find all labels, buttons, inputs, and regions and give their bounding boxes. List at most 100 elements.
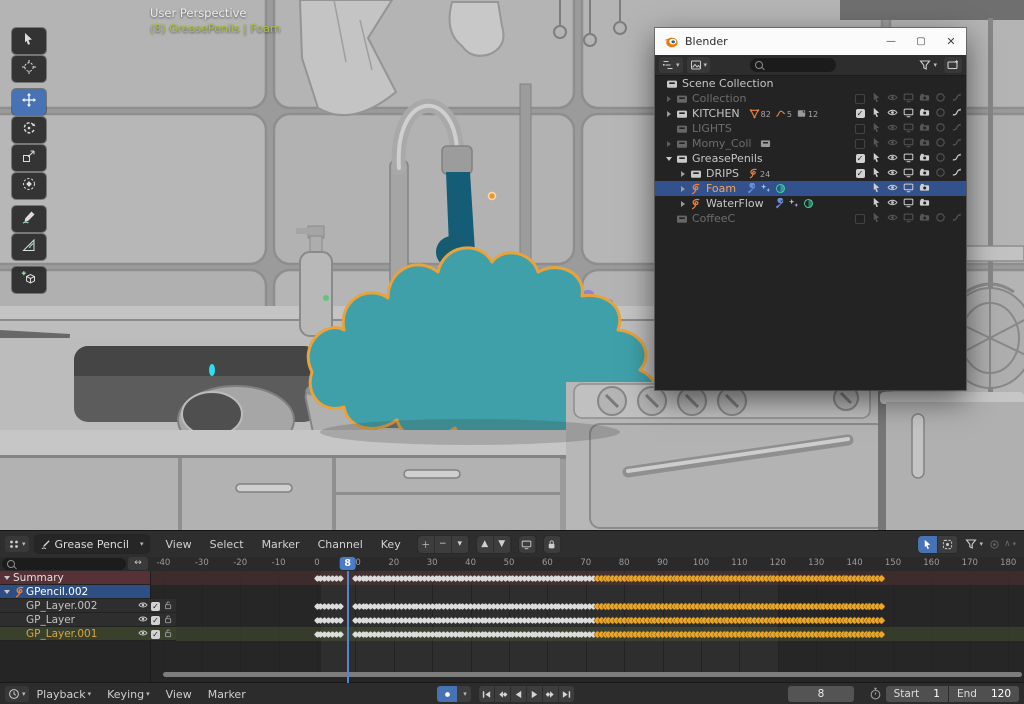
expand-icon[interactable] (677, 200, 689, 207)
expand-icon[interactable] (663, 140, 675, 147)
hide-viewport-icon[interactable] (886, 137, 898, 151)
play-button[interactable] (527, 686, 542, 702)
channel-gp-layer-002[interactable]: GP_Layer.002 ✓ (0, 599, 176, 613)
disable-render-icon[interactable] (919, 92, 930, 106)
editor-type-dropdown[interactable]: ▾ (5, 536, 29, 552)
previous-keyframe-button[interactable] (495, 686, 510, 702)
new-collection-button[interactable] (944, 57, 962, 73)
rotate-tool-button[interactable] (12, 117, 46, 143)
holdout-icon[interactable] (935, 152, 946, 166)
outliner-row-drips[interactable]: DRIPS 24 ✓ (655, 166, 966, 181)
hide-viewport-icon[interactable] (886, 167, 898, 181)
expand-icon[interactable] (663, 95, 675, 102)
menu-marker[interactable]: Marker (200, 688, 254, 701)
menu-playback[interactable]: Playback ▾ (29, 688, 100, 701)
horizontal-scrollbar[interactable] (163, 672, 1022, 677)
lock-channel-icon[interactable] (163, 628, 173, 641)
filter-id-type-dropdown[interactable]: ▾ (686, 57, 711, 73)
collapse-icon[interactable] (663, 156, 675, 161)
disable-render-icon[interactable] (919, 152, 930, 166)
exclude-checkbox[interactable]: ✓ (855, 169, 865, 178)
mode-dropdown[interactable]: Grease Pencil ▾ (34, 535, 149, 553)
playhead[interactable] (346, 571, 349, 683)
expand-icon[interactable] (663, 110, 675, 117)
keyframe[interactable] (877, 616, 886, 624)
exclude-checkbox[interactable] (855, 123, 865, 134)
outliner-row-greasepenils[interactable]: GreasePenils ✓ (655, 151, 966, 166)
right-cabinet[interactable] (878, 384, 1024, 530)
add-cube-tool-button[interactable] (12, 267, 46, 293)
expand-icon[interactable] (677, 185, 689, 192)
indirect-only-icon[interactable] (951, 122, 962, 136)
exclude-checkbox[interactable]: ✓ (855, 109, 865, 118)
channel-search-input[interactable] (2, 558, 126, 570)
indirect-only-icon[interactable] (951, 107, 962, 121)
selectable-icon[interactable] (871, 92, 882, 106)
only-selected-toggle[interactable] (918, 535, 939, 553)
play-reverse-button[interactable] (511, 686, 526, 702)
indirect-only-icon[interactable] (951, 92, 962, 106)
channel-enable-checkbox[interactable]: ✓ (151, 601, 160, 611)
keyframe-options-dropdown[interactable]: ▾ (451, 535, 469, 553)
disable-viewport-icon[interactable] (903, 107, 914, 121)
disable-render-icon[interactable] (919, 197, 930, 211)
selectable-icon[interactable] (871, 107, 882, 121)
keying-set-dropdown[interactable]: ▾ (457, 686, 471, 702)
remove-keyframe-button[interactable]: − (434, 535, 452, 553)
disable-viewport-icon[interactable] (903, 137, 914, 151)
next-keyframe-button[interactable] (543, 686, 558, 702)
display-toggle-button[interactable] (518, 535, 536, 553)
disable-viewport-icon[interactable] (903, 182, 914, 196)
filter-dropdown[interactable]: ▾ (916, 57, 940, 73)
hide-viewport-icon[interactable] (886, 182, 898, 196)
hide-viewport-icon[interactable] (886, 152, 898, 166)
menu-select[interactable]: Select (201, 538, 253, 551)
timeline-editor-dropdown[interactable]: ▾ (5, 686, 29, 702)
holdout-icon[interactable] (935, 107, 946, 121)
selectable-icon[interactable] (871, 137, 882, 151)
channel-enable-checkbox[interactable]: ✓ (151, 615, 160, 625)
indirect-only-icon[interactable] (951, 152, 962, 166)
jump-to-start-button[interactable] (479, 686, 494, 702)
channel-gp-layer[interactable]: GP_Layer ✓ (0, 613, 176, 627)
indirect-only-icon[interactable] (951, 212, 962, 226)
channel-summary[interactable]: Summary (0, 571, 150, 585)
disable-viewport-icon[interactable] (903, 152, 914, 166)
close-button[interactable]: ✕ (936, 28, 966, 55)
disable-viewport-icon[interactable] (903, 92, 914, 106)
pipe[interactable] (519, 83, 532, 261)
indirect-only-icon[interactable] (951, 137, 962, 151)
channel-gp-layer-001[interactable]: GP_Layer.001 ✓ (0, 627, 176, 641)
exclude-checkbox[interactable] (855, 138, 865, 149)
outliner-row-scene-collection[interactable]: Scene Collection (655, 76, 966, 91)
collapse-icon[interactable] (0, 590, 13, 594)
move-tool-button[interactable] (12, 89, 46, 115)
outliner-row-kitchen[interactable]: KITCHEN 82 5 12 ✓ (655, 106, 966, 121)
outliner-row-coffeec[interactable]: CoffeeC (655, 211, 966, 226)
channel-enable-checkbox[interactable]: ✓ (151, 629, 160, 639)
outliner-row-foam[interactable]: Foam (655, 181, 966, 196)
minimize-button[interactable]: — (876, 28, 906, 55)
auto-keying-toggle[interactable] (437, 686, 457, 702)
menu-key[interactable]: Key (372, 538, 410, 551)
menu-marker[interactable]: Marker (253, 538, 309, 551)
select-tool-button[interactable] (12, 28, 46, 54)
disable-viewport-icon[interactable] (903, 167, 914, 181)
3d-viewport[interactable]: User Perspective (8) GreasePenils | Foam… (0, 0, 1024, 530)
hide-viewport-icon[interactable] (886, 197, 898, 211)
disable-viewport-icon[interactable] (903, 197, 914, 211)
stove[interactable] (566, 382, 887, 530)
holdout-icon[interactable] (935, 92, 946, 106)
scale-tool-button[interactable] (12, 145, 46, 171)
holdout-icon[interactable] (935, 212, 946, 226)
dope-sheet-body[interactable]: Summary GPencil.002 GP_Layer.002 ✓ GP_Layer ✓… (0, 571, 1024, 683)
disable-render-icon[interactable] (919, 122, 930, 136)
timeline-ruler[interactable]: ↔ 8 -40-30-20-10010203040506070809010011… (0, 557, 1024, 572)
hide-channel-icon[interactable] (138, 600, 148, 613)
transform-tool-button[interactable] (12, 173, 46, 199)
playhead-frame-label[interactable]: 8 (339, 557, 357, 570)
proportional-falloff-dropdown[interactable]: ∧ ▾ (1002, 536, 1018, 553)
hide-viewport-icon[interactable] (886, 92, 898, 106)
menu-view[interactable]: View (158, 688, 200, 701)
window-titlebar[interactable]: Blender — ▢ ✕ (655, 28, 966, 55)
